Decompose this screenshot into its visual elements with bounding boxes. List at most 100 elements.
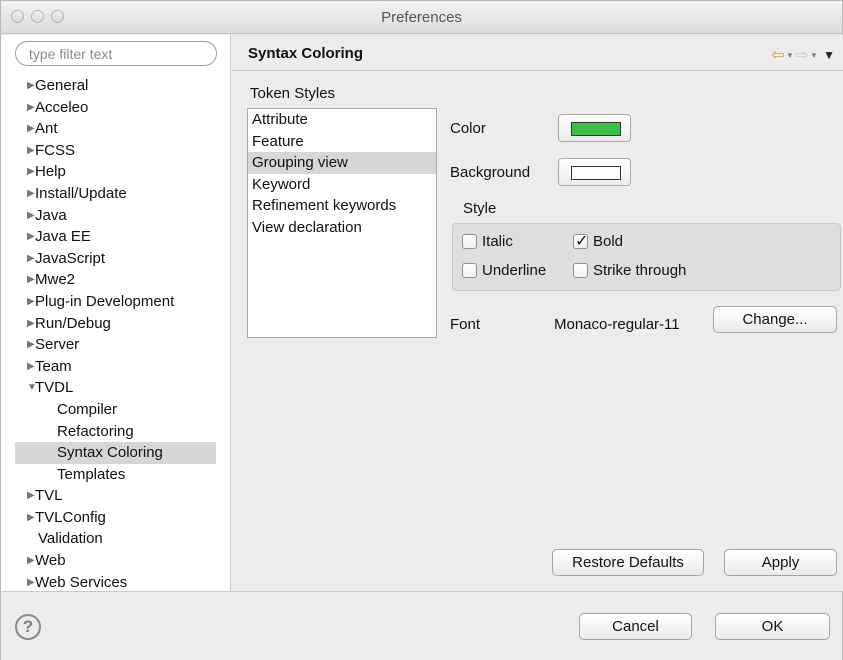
tree-item[interactable]: ▶ Web	[1, 550, 230, 572]
disclosure-collapsed-icon[interactable]: ▶	[27, 485, 35, 507]
ok-button[interactable]: OK	[715, 613, 830, 640]
font-label: Font	[450, 316, 481, 333]
token-item[interactable]: View declaration	[248, 217, 436, 239]
forward-dropdown-icon[interactable]: ▾	[812, 50, 817, 61]
disclosure-collapsed-icon[interactable]: ▶	[27, 226, 35, 248]
italic-checkbox[interactable]: Italic	[462, 233, 513, 250]
disclosure-collapsed-icon[interactable]: ▶	[27, 118, 35, 140]
tree-item[interactable]: ▶ General	[1, 75, 230, 97]
help-icon[interactable]: ?	[15, 614, 41, 640]
tree-item[interactable]: ▶ Mwe2	[1, 269, 230, 291]
disclosure-collapsed-icon[interactable]: ▶	[27, 507, 35, 529]
disclosure-collapsed-icon[interactable]: ▶	[27, 161, 35, 183]
restore-defaults-button[interactable]: Restore Defaults	[552, 549, 704, 576]
color-swatch	[571, 122, 621, 136]
back-dropdown-icon[interactable]: ▾	[788, 50, 793, 61]
tree-item[interactable]: Syntax Coloring	[15, 442, 216, 464]
tree-item[interactable]: ▶ TVL	[1, 485, 230, 507]
token-styles-list[interactable]: Attribute Feature Grouping view Keyword Refi…	[247, 108, 437, 338]
tree-item-label: Templates	[57, 465, 126, 483]
filter-input[interactable]	[15, 41, 217, 66]
tree-item-label: TVDL	[35, 379, 74, 397]
tree-item-label: FCSS	[35, 141, 76, 159]
background-swatch	[571, 166, 621, 180]
strike-through-checkbox[interactable]: Strike through	[573, 262, 686, 279]
window-title: Preferences	[381, 9, 462, 26]
underline-checkbox[interactable]: Underline	[462, 262, 546, 279]
page-navigation: ⇦ ▾ ⇨ ▾ ▼	[771, 45, 835, 65]
tree-item[interactable]: Validation	[1, 528, 230, 550]
tree-item[interactable]: ▶ Java	[1, 205, 230, 227]
tree-item-label: Ant	[35, 120, 58, 138]
syntax-coloring-page: Syntax Coloring ⇦ ▾ ⇨ ▾ ▼ Token Styles A…	[232, 35, 843, 591]
disclosure-collapsed-icon[interactable]: ▶	[27, 550, 35, 572]
tree-item[interactable]: ▶ Team	[1, 356, 230, 378]
tree-item-label: TVLConfig	[35, 508, 106, 526]
preference-tree: ▶ General ▶ Acceleo ▶ Ant ▶ FCSS ▶ Help ▶ Install/U…	[1, 75, 230, 591]
token-item[interactable]: Keyword	[248, 174, 436, 196]
background-picker-button[interactable]	[558, 158, 631, 186]
color-label: Color	[450, 120, 486, 137]
tree-item-label: Plug-in Development	[35, 292, 175, 310]
tree-item[interactable]: ▶ Web Services	[1, 572, 230, 591]
forward-arrow-icon[interactable]: ⇨	[795, 45, 808, 65]
disclosure-collapsed-icon[interactable]: ▶	[27, 205, 35, 227]
disclosure-collapsed-icon[interactable]: ▶	[27, 356, 35, 378]
token-item[interactable]: Attribute	[248, 109, 436, 131]
tree-item[interactable]: ▶ Plug-in Development	[1, 291, 230, 313]
tree-item[interactable]: Templates	[1, 464, 230, 486]
tree-item-label: Team	[35, 357, 72, 375]
token-item[interactable]: Refinement keywords	[248, 195, 436, 217]
bold-label: Bold	[593, 233, 624, 250]
apply-button[interactable]: Apply	[724, 549, 837, 576]
bold-checkbox-box[interactable]	[573, 231, 588, 251]
tree-item-label: Run/Debug	[35, 314, 111, 332]
token-item[interactable]: Feature	[248, 131, 436, 153]
disclosure-collapsed-icon[interactable]: ▶	[27, 248, 35, 270]
color-picker-button[interactable]	[558, 114, 631, 142]
page-header: Syntax Coloring ⇦ ▾ ⇨ ▾ ▼	[232, 35, 843, 71]
tree-item[interactable]: ▶ Java EE	[1, 226, 230, 248]
tree-item[interactable]: ▶ Ant	[1, 118, 230, 140]
back-arrow-icon[interactable]: ⇦	[771, 45, 784, 65]
disclosure-collapsed-icon[interactable]: ▶	[27, 75, 35, 97]
italic-checkbox-box[interactable]	[462, 234, 477, 249]
page-title: Syntax Coloring	[248, 45, 364, 62]
tree-item-label: JavaScript	[35, 249, 106, 267]
tree-item-label: Web	[35, 552, 66, 570]
title-bar: Preferences	[1, 1, 842, 34]
tree-item[interactable]: Refactoring	[1, 421, 230, 443]
tree-item-label: Install/Update	[35, 184, 127, 202]
tree-item[interactable]: ▶ Run/Debug	[1, 313, 230, 335]
tree-item[interactable]: ▶ Acceleo	[1, 97, 230, 119]
disclosure-collapsed-icon[interactable]: ▶	[27, 291, 35, 313]
tree-item[interactable]: Compiler	[1, 399, 230, 421]
disclosure-collapsed-icon[interactable]: ▶	[27, 313, 35, 335]
preference-tree-pane: ▶General▶Acceleo▶Ant▶FCSS▶Help▶Install/U…	[1, 35, 231, 591]
preferences-window: Preferences ▶General▶Acceleo▶Ant▶FCSS▶He…	[0, 0, 843, 660]
tree-item[interactable]: ▼ TVDL	[1, 377, 230, 399]
cancel-button[interactable]: Cancel	[579, 613, 692, 640]
disclosure-collapsed-icon[interactable]: ▶	[27, 572, 35, 591]
tree-item[interactable]: ▶ Server	[1, 334, 230, 356]
disclosure-collapsed-icon[interactable]: ▶	[27, 183, 35, 205]
token-item[interactable]: Grouping view	[248, 152, 436, 174]
bold-checkbox[interactable]: Bold	[573, 231, 624, 251]
disclosure-collapsed-icon[interactable]: ▶	[27, 97, 35, 119]
disclosure-expanded-icon[interactable]: ▼	[27, 377, 37, 399]
tree-item[interactable]: ▶ FCSS	[1, 140, 230, 162]
strike-through-checkbox-box[interactable]	[573, 263, 588, 278]
disclosure-collapsed-icon[interactable]: ▶	[27, 269, 35, 291]
disclosure-collapsed-icon[interactable]: ▶	[27, 334, 35, 356]
tree-item[interactable]: ▶ TVLConfig	[1, 507, 230, 529]
tree-item[interactable]: ▶ Install/Update	[1, 183, 230, 205]
change-font-button[interactable]: Change...	[713, 306, 837, 333]
underline-checkbox-box[interactable]	[462, 263, 477, 278]
tree-item[interactable]: ▶ JavaScript	[1, 248, 230, 270]
tree-item-label: General	[35, 77, 89, 94]
view-menu-icon[interactable]: ▼	[823, 48, 835, 62]
strike-through-label: Strike through	[593, 262, 687, 279]
tree-item-label: Web Services	[35, 573, 128, 591]
disclosure-collapsed-icon[interactable]: ▶	[27, 140, 35, 162]
tree-item[interactable]: ▶ Help	[1, 161, 230, 183]
